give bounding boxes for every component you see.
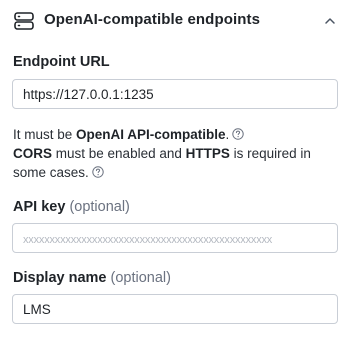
optional-tag: (optional): [69, 199, 130, 215]
display-name-label-text: Display name: [13, 270, 107, 286]
api-key-input[interactable]: [12, 223, 338, 253]
display-name-label: Display name (optional): [13, 270, 171, 286]
help-text-3: must be enabled and: [52, 146, 186, 161]
optional-tag: (optional): [110, 270, 171, 286]
api-key-label: API key (optional): [13, 199, 130, 215]
server-icon: [14, 12, 34, 30]
help-bold-openai: OpenAI API-compatible: [76, 127, 226, 142]
api-key-label-text: API key: [13, 199, 66, 215]
help-bold-cors: CORS: [13, 146, 53, 161]
question-circle-icon[interactable]: [232, 128, 245, 140]
endpoint-url-label-text: Endpoint URL: [13, 54, 110, 70]
help-text-1: It must be: [13, 127, 77, 142]
endpoint-url-label: Endpoint URL: [13, 54, 110, 70]
question-circle-icon[interactable]: [92, 166, 104, 178]
help-bold-https: HTTPS: [185, 146, 230, 161]
endpoint-url-input[interactable]: [12, 79, 338, 109]
chevron-up-icon[interactable]: [322, 13, 338, 29]
help-text-2: .: [225, 127, 230, 142]
endpoint-help-text: It must be OpenAI API-compatible. CORS m…: [13, 125, 338, 182]
section-header[interactable]: OpenAI-compatible endpoints: [0, 0, 350, 42]
display-name-input[interactable]: [12, 294, 338, 324]
section-title: OpenAI-compatible endpoints: [44, 11, 261, 28]
